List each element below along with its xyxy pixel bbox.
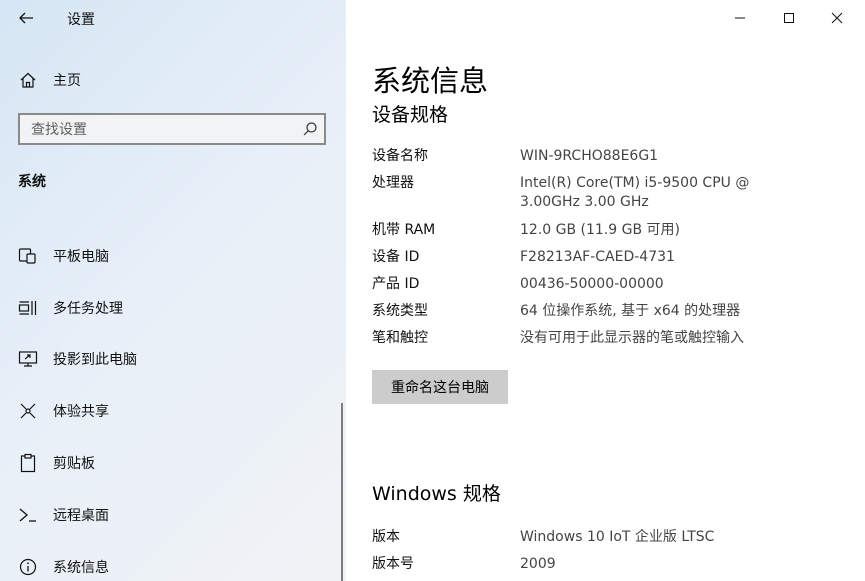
device-specs-title: 设备规格 — [372, 104, 449, 126]
spec-value: 64 位操作系统, 基于 x64 的处理器 — [520, 303, 741, 319]
sidebar-item-clipboard[interactable]: 剪贴板 — [0, 443, 340, 483]
main-content: 系统信息 设备规格 设备名称 WIN-9RCHO88E6G1 处理器 Intel… — [346, 0, 865, 581]
sidebar-item-label: 多任务处理 — [53, 301, 123, 317]
back-arrow-icon — [19, 12, 33, 24]
close-button[interactable] — [815, 4, 859, 32]
home-icon — [17, 69, 39, 91]
spec-value: 12.0 GB (11.9 GB 可用) — [520, 222, 680, 238]
page-title: 系统信息 — [372, 64, 489, 98]
back-button[interactable] — [8, 4, 44, 32]
windows-specs-title: Windows 规格 — [372, 483, 501, 505]
spec-label: 系统类型 — [372, 303, 428, 319]
search-box[interactable] — [18, 113, 326, 145]
spec-value: WIN-9RCHO88E6G1 — [520, 148, 659, 164]
spec-value: Windows 10 IoT 企业版 LTSC — [520, 529, 715, 545]
project-icon — [17, 348, 39, 370]
spec-value: 没有可用于此显示器的笔或触控输入 — [520, 330, 744, 346]
section-header: 系统 — [18, 174, 46, 190]
spec-label: 处理器 — [372, 175, 414, 191]
sidebar-item-remote-desktop[interactable]: 远程桌面 — [0, 495, 340, 535]
spec-value: F28213AF-CAED-4731 — [520, 249, 675, 265]
sidebar-item-label: 平板电脑 — [53, 249, 109, 265]
spec-label: 版本号 — [372, 556, 414, 572]
sidebar-item-multitasking[interactable]: 多任务处理 — [0, 288, 340, 328]
remote-desktop-icon — [17, 504, 39, 526]
sidebar: 设置 主页 系统 平板电脑 — [0, 0, 346, 581]
spec-value: 2009 — [520, 556, 556, 572]
share-icon — [17, 400, 39, 422]
sidebar-item-label: 系统信息 — [53, 560, 109, 576]
sidebar-item-label: 投影到此电脑 — [53, 352, 137, 368]
multitasking-icon — [17, 297, 39, 319]
search-icon[interactable] — [302, 121, 318, 137]
spec-label: 机带 RAM — [372, 222, 436, 238]
sidebar-item-shared-experiences[interactable]: 体验共享 — [0, 391, 340, 431]
sidebar-item-home[interactable]: 主页 — [0, 64, 346, 96]
minimize-button[interactable] — [718, 4, 762, 32]
spec-label: 设备名称 — [372, 148, 428, 164]
spec-label: 笔和触控 — [372, 330, 428, 346]
sidebar-item-about[interactable]: 系统信息 — [0, 547, 340, 581]
spec-label: 产品 ID — [372, 276, 420, 292]
sidebar-item-label: 体验共享 — [53, 404, 109, 420]
sidebar-item-label: 主页 — [53, 73, 81, 89]
sidebar-scrollbar[interactable] — [341, 403, 343, 581]
rename-pc-button[interactable]: 重命名这台电脑 — [372, 370, 508, 404]
sidebar-item-label: 远程桌面 — [53, 508, 109, 524]
maximize-button[interactable] — [767, 4, 811, 32]
sidebar-item-tablet[interactable]: 平板电脑 — [0, 236, 340, 276]
close-icon — [831, 12, 843, 24]
spec-label: 设备 ID — [372, 249, 420, 265]
app-title: 设置 — [67, 12, 95, 28]
sidebar-item-label: 剪贴板 — [53, 456, 95, 472]
tablet-icon — [17, 245, 39, 267]
info-icon — [17, 556, 39, 578]
spec-label: 版本 — [372, 529, 400, 545]
clipboard-icon — [17, 452, 39, 474]
spec-value: Intel(R) Core(TM) i5-9500 CPU @ 3.00GHz … — [520, 175, 750, 210]
maximize-icon — [784, 13, 794, 23]
minimize-icon — [735, 17, 745, 19]
search-input[interactable] — [20, 115, 303, 145]
spec-value: 00436-50000-00000 — [520, 276, 664, 292]
sidebar-item-project[interactable]: 投影到此电脑 — [0, 339, 340, 379]
